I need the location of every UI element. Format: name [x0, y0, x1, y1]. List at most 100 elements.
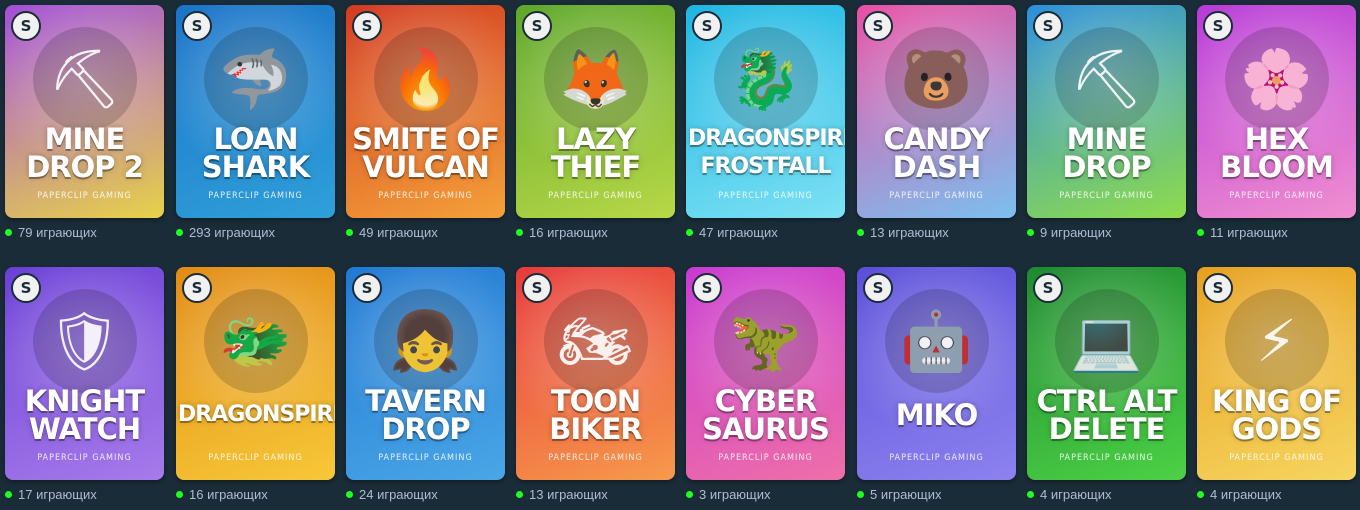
players-count: 13 играющих: [516, 487, 608, 502]
online-dot-icon: [1197, 491, 1204, 498]
game-title: MIKO: [895, 398, 978, 432]
game-tile[interactable]: S 🐉 DRAGONSPIRE FROSTFALL PAPERCLIP GAMI…: [686, 5, 845, 240]
game-provider: PAPERCLIP GAMING: [1059, 453, 1154, 463]
online-dot-icon: [1027, 229, 1034, 236]
game-provider: PAPERCLIP GAMING: [1229, 191, 1324, 201]
provider-logo-icon: S: [522, 11, 552, 41]
game-provider: PAPERCLIP GAMING: [1229, 453, 1324, 463]
game-provider: PAPERCLIP GAMING: [378, 191, 473, 201]
game-card-dragonspire[interactable]: S 🐲 DRAGONSPIRE PAPERCLIP GAMING: [176, 267, 335, 480]
provider-logo-icon: S: [182, 273, 212, 303]
dragon-icon: 🐉: [713, 27, 818, 131]
game-card-ctrl-alt-delete[interactable]: S 💻 CTRL ALT DELETE PAPERCLIP GAMING: [1027, 267, 1186, 480]
game-title: DRAGONSPIRE FROSTFALL: [688, 126, 845, 179]
game-title: TOON BIKER: [549, 384, 643, 446]
game-card-mine-drop[interactable]: S ⛏ MINE DROP PAPERCLIP GAMING: [1027, 5, 1186, 218]
game-tile[interactable]: S ⛏ MINE DROP 2 PAPERCLIP GAMING 79 игра…: [5, 5, 164, 240]
game-grid: S ⛏ MINE DROP 2 PAPERCLIP GAMING 79 игра…: [0, 0, 1360, 510]
game-provider: PAPERCLIP GAMING: [37, 453, 132, 463]
online-dot-icon: [176, 229, 183, 236]
online-dot-icon: [5, 491, 12, 498]
game-card-lazy-thief[interactable]: S 🦊 LAZY THIEF PAPERCLIP GAMING: [516, 5, 675, 218]
game-provider: PAPERCLIP GAMING: [718, 191, 813, 201]
game-provider: PAPERCLIP GAMING: [889, 453, 984, 463]
online-dot-icon: [346, 229, 353, 236]
game-provider: PAPERCLIP GAMING: [548, 453, 643, 463]
players-count: 5 играющих: [857, 487, 942, 502]
players-count: 16 играющих: [176, 487, 268, 502]
game-tile[interactable]: S 👧 TAVERN DROP PAPERCLIP GAMING 24 игра…: [346, 267, 505, 502]
hacker-icon: 💻: [1054, 289, 1159, 393]
game-provider: PAPERCLIP GAMING: [208, 453, 303, 463]
game-provider: PAPERCLIP GAMING: [889, 191, 984, 201]
game-card-tavern-drop[interactable]: S 👧 TAVERN DROP PAPERCLIP GAMING: [346, 267, 505, 480]
players-count: 79 играющих: [5, 225, 97, 240]
game-title: CYBER SAURUS: [702, 384, 830, 446]
players-count: 293 играющих: [176, 225, 275, 240]
flower-icon: 🌸: [1224, 27, 1329, 131]
game-tile[interactable]: S ⚡ KING OF GODS PAPERCLIP GAMING 4 игра…: [1197, 267, 1356, 502]
game-provider: PAPERCLIP GAMING: [548, 191, 643, 201]
players-count: 4 играющих: [1027, 487, 1112, 502]
game-tile[interactable]: S 🦊 LAZY THIEF PAPERCLIP GAMING 16 играю…: [516, 5, 675, 240]
players-count: 9 играющих: [1027, 225, 1112, 240]
game-card-cyber-saurus[interactable]: S 🦖 CYBER SAURUS PAPERCLIP GAMING: [686, 267, 845, 480]
game-card-toon-biker[interactable]: S 🏍 TOON BIKER PAPERCLIP GAMING: [516, 267, 675, 480]
game-card-knight-watch[interactable]: S 🛡 KNIGHT WATCH PAPERCLIP GAMING: [5, 267, 164, 480]
game-tile[interactable]: S 🐻 CANDY DASH PAPERCLIP GAMING 13 играю…: [857, 5, 1016, 240]
game-card-candy-dash[interactable]: S 🐻 CANDY DASH PAPERCLIP GAMING: [857, 5, 1016, 218]
game-tile[interactable]: S 🌸 HEX BLOOM PAPERCLIP GAMING 11 играющ…: [1197, 5, 1356, 240]
players-count: 11 играющих: [1197, 225, 1288, 240]
game-tile[interactable]: S 🏍 TOON BIKER PAPERCLIP GAMING 13 играю…: [516, 267, 675, 502]
game-tile[interactable]: S ⛏ MINE DROP PAPERCLIP GAMING 9 играющи…: [1027, 5, 1186, 240]
online-dot-icon: [176, 491, 183, 498]
provider-logo-icon: S: [352, 11, 382, 41]
provider-logo-icon: S: [11, 273, 41, 303]
players-count: 3 играющих: [686, 487, 771, 502]
game-card-dragonspire-frostfall[interactable]: S 🐉 DRAGONSPIRE FROSTFALL PAPERCLIP GAMI…: [686, 5, 845, 218]
online-dot-icon: [346, 491, 353, 498]
game-tile[interactable]: S 🛡 KNIGHT WATCH PAPERCLIP GAMING 17 игр…: [5, 267, 164, 502]
game-card-loan-shark[interactable]: S 🦈 LOAN SHARK PAPERCLIP GAMING: [176, 5, 335, 218]
game-title: LOAN SHARK: [201, 122, 310, 184]
game-card-hex-bloom[interactable]: S 🌸 HEX BLOOM PAPERCLIP GAMING: [1197, 5, 1356, 218]
game-title: MINE DROP: [1062, 122, 1151, 184]
game-tile[interactable]: S 🐲 DRAGONSPIRE PAPERCLIP GAMING 16 игра…: [176, 267, 335, 502]
game-card-mine-drop-2[interactable]: S ⛏ MINE DROP 2 PAPERCLIP GAMING: [5, 5, 164, 218]
dinosaur-icon: 🦖: [713, 289, 818, 393]
game-title: DRAGONSPIRE: [178, 402, 335, 427]
online-dot-icon: [516, 491, 523, 498]
game-tile[interactable]: S 🦈 LOAN SHARK PAPERCLIP GAMING 293 игра…: [176, 5, 335, 240]
lightning-icon: ⚡: [1224, 289, 1329, 393]
shield-icon: 🛡: [32, 289, 137, 393]
game-title: CTRL ALT DELETE: [1036, 384, 1178, 446]
provider-logo-icon: S: [11, 11, 41, 41]
game-title: LAZY THIEF: [550, 122, 641, 184]
game-card-smite-of-vulcan[interactable]: S 🔥 SMITE OF VULCAN PAPERCLIP GAMING: [346, 5, 505, 218]
shark-icon: 🦈: [203, 27, 308, 131]
game-tile[interactable]: S 💻 CTRL ALT DELETE PAPERCLIP GAMING 4 и…: [1027, 267, 1186, 502]
pickaxe-icon: ⛏: [32, 27, 137, 131]
game-tile[interactable]: S 🤖 MIKO PAPERCLIP GAMING 5 играющих: [857, 267, 1016, 502]
girl-character-icon: 👧: [373, 289, 478, 393]
pickaxe-icon: ⛏: [1054, 27, 1159, 131]
fire-icon: 🔥: [373, 27, 478, 131]
game-tile[interactable]: S 🦖 CYBER SAURUS PAPERCLIP GAMING 3 игра…: [686, 267, 845, 502]
game-tile[interactable]: S 🔥 SMITE OF VULCAN PAPERCLIP GAMING 49 …: [346, 5, 505, 240]
game-title: CANDY DASH: [883, 122, 991, 184]
online-dot-icon: [857, 229, 864, 236]
game-card-king-of-gods[interactable]: S ⚡ KING OF GODS PAPERCLIP GAMING: [1197, 267, 1356, 480]
game-provider: PAPERCLIP GAMING: [37, 191, 132, 201]
players-count: 13 играющих: [857, 225, 949, 240]
dragon-icon: 🐲: [203, 289, 308, 393]
players-count: 4 играющих: [1197, 487, 1282, 502]
motorcycle-icon: 🏍: [543, 289, 648, 393]
players-count: 16 играющих: [516, 225, 608, 240]
provider-logo-icon: S: [1203, 11, 1233, 41]
online-dot-icon: [1197, 229, 1204, 236]
online-dot-icon: [516, 229, 523, 236]
game-title: KING OF GODS: [1212, 384, 1342, 446]
players-count: 49 играющих: [346, 225, 438, 240]
online-dot-icon: [5, 229, 12, 236]
game-card-miko[interactable]: S 🤖 MIKO PAPERCLIP GAMING: [857, 267, 1016, 480]
